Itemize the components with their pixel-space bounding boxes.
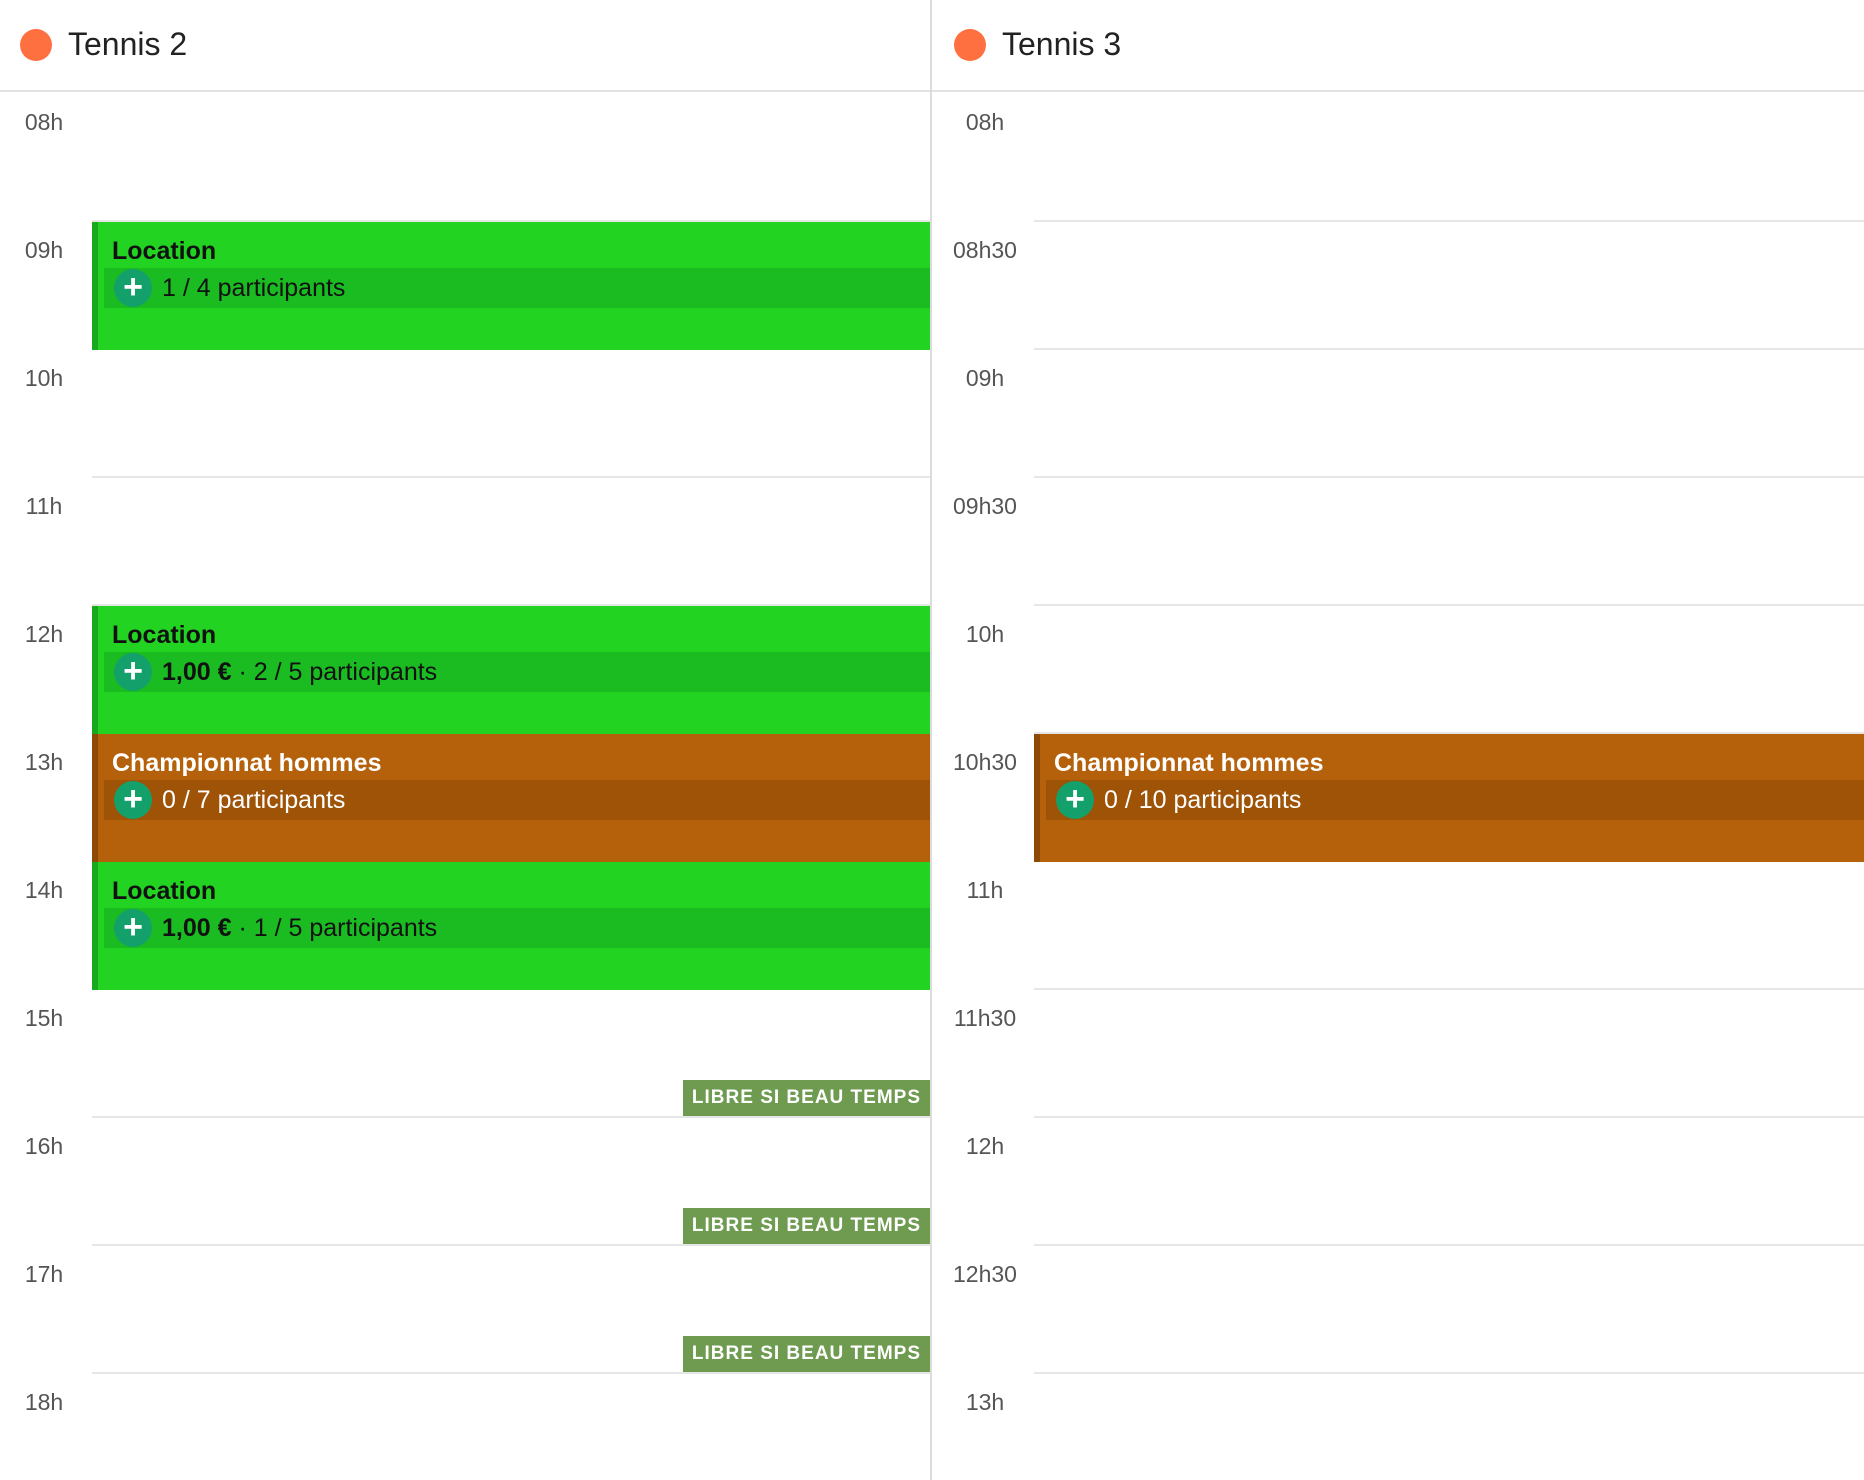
time-label: 11h [966, 877, 1004, 903]
time-label: 10h [965, 621, 1005, 647]
add-participant-button[interactable]: + [114, 909, 152, 947]
availability-badge[interactable]: LIBRE SI BEAU TEMPS [682, 1208, 930, 1244]
time-label: 13h [24, 749, 64, 775]
event-participants-row: + 0 / 10 participants [1046, 780, 1864, 820]
availability-badge[interactable]: LIBRE SI BEAU TEMPS [682, 1080, 930, 1116]
time-label: 09h30 [953, 493, 1017, 519]
add-participant-button[interactable]: + [114, 781, 152, 819]
participants-count: · 2 / 5 participants [231, 658, 438, 686]
participants-count: 0 / 10 participants [1104, 786, 1302, 814]
time-label: 10h [24, 365, 64, 391]
time-label: 17h [24, 1261, 64, 1287]
event-participants-row: + 1 / 4 participants [104, 268, 930, 308]
event-participants-row: + 0 / 7 participants [104, 780, 930, 820]
add-participant-button[interactable]: + [114, 269, 152, 307]
hour-gridline [1034, 1372, 1864, 1374]
event-title: Location [112, 621, 217, 649]
calendar-day-view: Tennis 2 08h 09h 10h 11h 12h 13h 14h 15h… [0, 0, 1864, 1480]
participants-text: 1,00 € · 2 / 5 participants [162, 656, 437, 688]
time-label: 15h [24, 1005, 64, 1031]
hour-gridline [1034, 476, 1864, 478]
hour-gridline [1034, 220, 1864, 222]
event-card-championnat[interactable]: Championnat hommes + 0 / 7 participants [92, 734, 930, 862]
event-title: Championnat hommes [112, 749, 382, 777]
add-participant-button[interactable]: + [1056, 781, 1094, 819]
time-label: 13h [965, 1389, 1005, 1415]
time-label: 18h [24, 1389, 64, 1415]
resource-title: Tennis 2 [68, 26, 188, 62]
hour-gridline [1034, 348, 1864, 350]
hour-gridline [92, 1116, 930, 1118]
event-price: 1,00 € [162, 658, 232, 686]
resource-column-tennis-2: Tennis 2 08h 09h 10h 11h 12h 13h 14h 15h… [0, 0, 930, 1480]
time-label: 09h [24, 237, 64, 263]
participants-count: · 1 / 5 participants [231, 914, 438, 942]
event-title: Location [112, 237, 217, 265]
participants-text: 1 / 4 participants [162, 272, 345, 304]
time-label: 10h30 [953, 749, 1017, 775]
resource-color-dot [20, 29, 52, 61]
hour-gridline [1034, 988, 1864, 990]
time-label: 16h [24, 1133, 64, 1159]
event-card-location[interactable]: Location + 1,00 € · 1 / 5 participants [92, 862, 930, 990]
hour-gridline [1034, 1116, 1864, 1118]
time-label: 11h30 [953, 1005, 1017, 1031]
hour-gridline [92, 1244, 930, 1246]
time-label: 08h [965, 109, 1005, 135]
time-label: 12h30 [953, 1261, 1017, 1287]
event-price: 1,00 € [162, 914, 232, 942]
resource-color-dot [954, 29, 986, 61]
resource-column-tennis-3: Tennis 3 08h 08h30 09h 09h30 10h 10h30 1… [932, 0, 1864, 1480]
event-title: Location [112, 877, 217, 905]
time-label: 09h [965, 365, 1005, 391]
time-label: 12h [965, 1133, 1005, 1159]
time-label: 14h [24, 877, 64, 903]
event-card-location[interactable]: Location + 1,00 € · 2 / 5 participants [92, 606, 930, 734]
event-participants-row: + 1,00 € · 2 / 5 participants [104, 652, 930, 692]
column-header: Tennis 2 [0, 0, 930, 92]
add-participant-button[interactable]: + [114, 653, 152, 691]
event-participants-row: + 1,00 € · 1 / 5 participants [104, 908, 930, 948]
event-card-championnat[interactable]: Championnat hommes + 0 / 10 participants [1034, 734, 1864, 862]
availability-badge[interactable]: LIBRE SI BEAU TEMPS [682, 1336, 930, 1372]
event-card-location[interactable]: Location + 1 / 4 participants [92, 222, 930, 350]
participants-text: 1,00 € · 1 / 5 participants [162, 912, 437, 944]
hour-gridline [1034, 604, 1864, 606]
hour-gridline [1034, 1244, 1864, 1246]
column-header: Tennis 3 [932, 0, 1864, 92]
hour-gridline [92, 476, 930, 478]
participants-count: 0 / 7 participants [162, 786, 346, 814]
event-title: Championnat hommes [1054, 749, 1324, 777]
participants-text: 0 / 10 participants [1104, 784, 1301, 816]
time-label: 11h [25, 493, 63, 519]
hour-gridline [92, 1372, 930, 1374]
participants-text: 0 / 7 participants [162, 784, 345, 816]
resource-title: Tennis 3 [1002, 26, 1122, 62]
time-label: 08h30 [953, 237, 1017, 263]
participants-count: 1 / 4 participants [162, 274, 346, 302]
time-label: 12h [24, 621, 64, 647]
time-label: 08h [24, 109, 64, 135]
